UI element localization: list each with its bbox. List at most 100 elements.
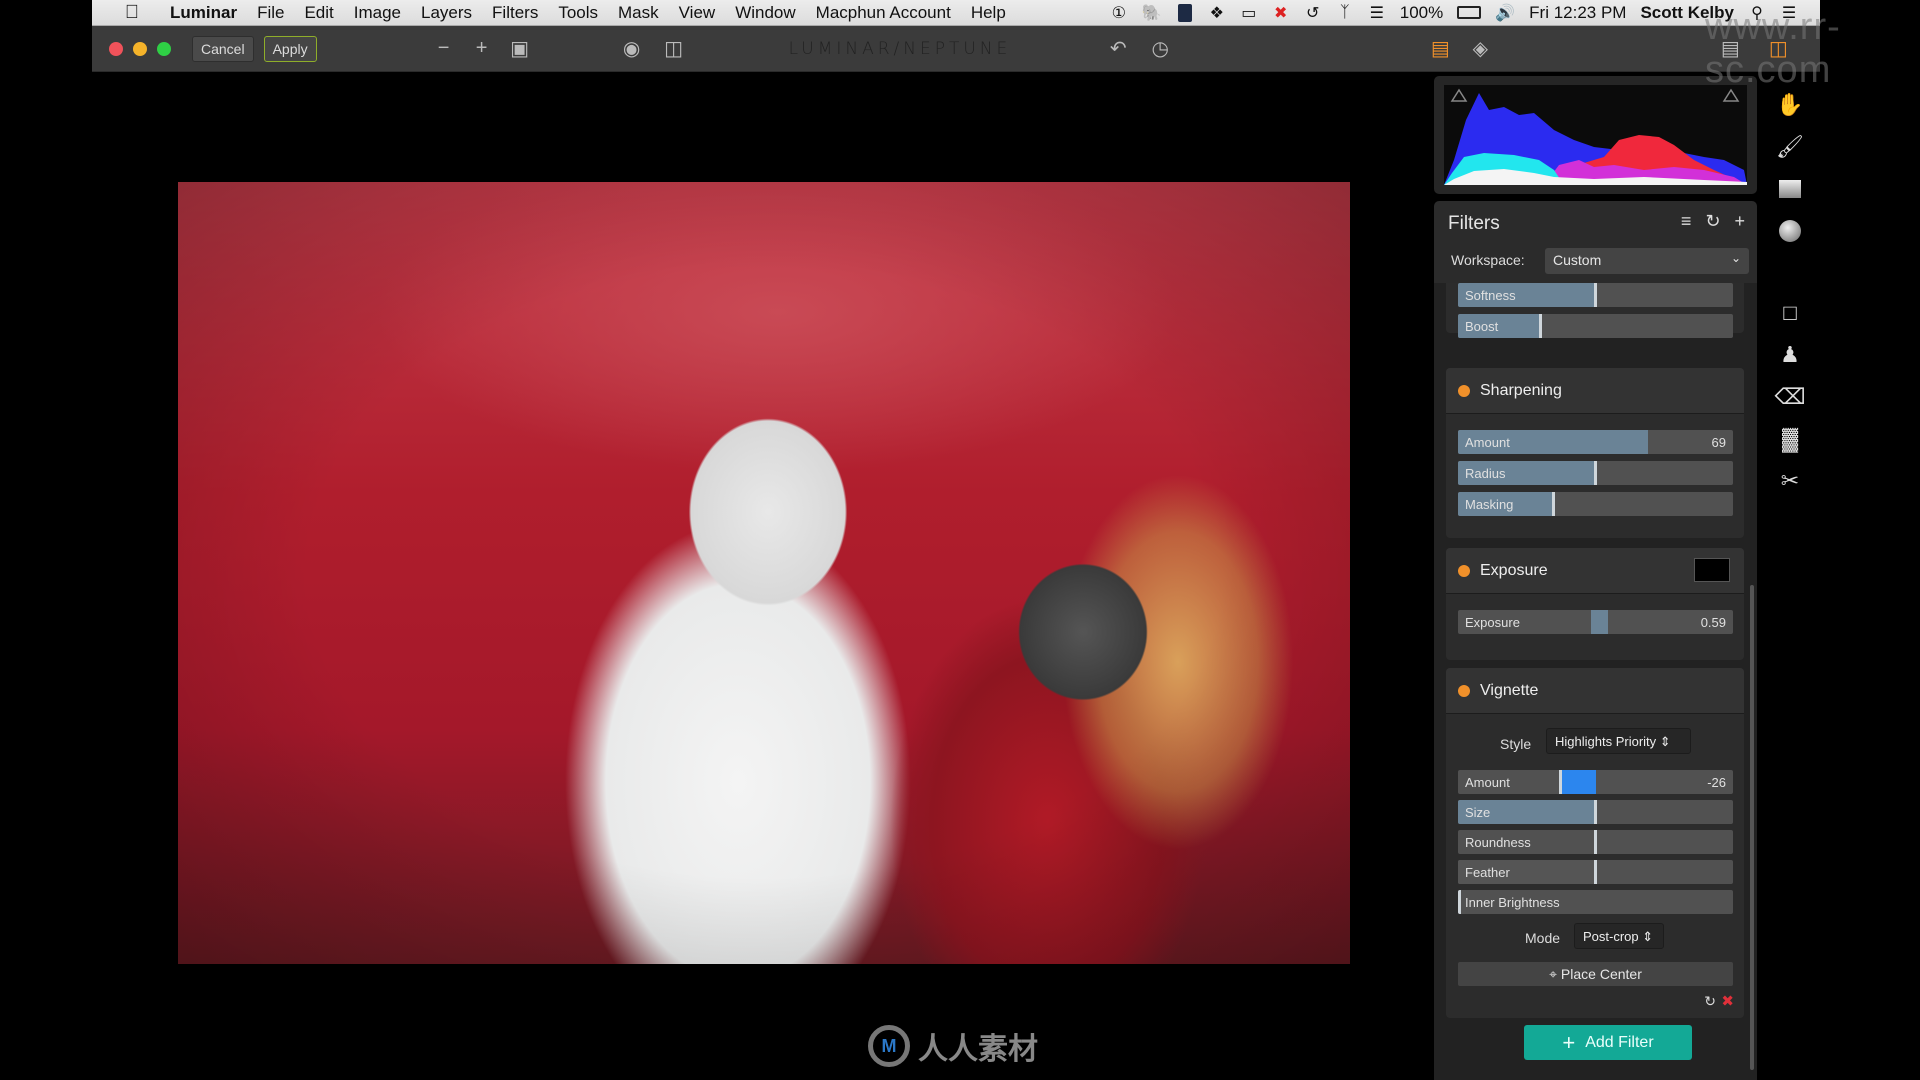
filter-enabled-dot[interactable] <box>1458 684 1470 697</box>
cancel-button[interactable]: Cancel <box>192 35 254 62</box>
add-filter-plus-icon[interactable]: + <box>1734 211 1745 232</box>
eraser-icon[interactable]: ⌫ <box>1770 376 1810 418</box>
radial-mask-icon[interactable] <box>1770 210 1810 252</box>
slider-handle[interactable] <box>1559 770 1562 794</box>
slider-handle[interactable] <box>1538 314 1542 338</box>
menu-image[interactable]: Image <box>344 3 411 23</box>
histogram-toggle-icon[interactable]: ▤ <box>1425 34 1455 64</box>
volume-icon[interactable]: 🔊 <box>1495 3 1515 23</box>
noise-pattern-icon[interactable]: ▓ <box>1770 418 1810 460</box>
zoom-in-icon[interactable]: + <box>467 34 497 64</box>
filter-card-partial: Softness Boost <box>1446 283 1744 338</box>
slider-handle[interactable] <box>1594 830 1597 854</box>
display-disabled-icon[interactable]: ✖ <box>1272 3 1290 23</box>
sharpening-header[interactable]: Sharpening <box>1446 368 1744 414</box>
filter-enabled-dot[interactable] <box>1458 384 1470 397</box>
slider-sharpening-radius[interactable]: Radius <box>1458 461 1733 485</box>
app-brand-title: LUMINAR/NEPTUNE <box>788 38 1012 59</box>
zoom-out-icon[interactable]: − <box>429 34 459 64</box>
watermark-logo: M 人人素材 <box>868 1024 1038 1068</box>
slider-handle[interactable] <box>1593 283 1597 307</box>
history-icon[interactable]: ◷ <box>1145 34 1175 64</box>
updown-icon: ⇕ <box>1659 734 1671 749</box>
apply-button[interactable]: Apply <box>263 35 317 62</box>
gradient-mask-icon[interactable] <box>1770 168 1810 210</box>
vignette-header[interactable]: Vignette <box>1446 668 1744 714</box>
style-select[interactable]: Highlights Priority ⇕ <box>1546 728 1691 754</box>
slider-vignette-size[interactable]: Size <box>1458 800 1733 824</box>
watermark-icon: M <box>868 1025 910 1067</box>
histogram-graph <box>1444 88 1747 185</box>
slider-exposure[interactable]: Exposure 0.59 <box>1458 610 1733 634</box>
reset-filters-icon[interactable]: ↻ <box>1705 211 1720 232</box>
menu-app-luminar[interactable]: Luminar <box>160 3 247 23</box>
place-center-button[interactable]: ⌖ Place Center <box>1458 962 1733 986</box>
menu-layers[interactable]: Layers <box>411 3 482 23</box>
layers-icon[interactable]: ◈ <box>1465 34 1495 64</box>
istat-icon[interactable] <box>1176 3 1194 23</box>
slider-vignette-feather[interactable]: Feather <box>1458 860 1733 884</box>
wifi-icon[interactable]: ☰ <box>1368 3 1386 23</box>
bluetooth-icon[interactable]: ᛉ <box>1336 3 1354 23</box>
menu-mask[interactable]: Mask <box>608 3 669 23</box>
menu-window[interactable]: Window <box>725 3 805 23</box>
time-machine-icon[interactable]: ↺ <box>1304 3 1322 23</box>
crop-transform-icon[interactable]: □ <box>1770 292 1810 334</box>
compare-split-icon[interactable]: ◫ <box>659 34 689 64</box>
1password-icon[interactable]: ① <box>1110 3 1128 23</box>
mode-select[interactable]: Post-crop ⇕ <box>1574 923 1664 949</box>
evernote-icon[interactable]: 🐘 <box>1142 3 1162 23</box>
scissors-icon[interactable]: ✂ <box>1770 460 1810 502</box>
add-filter-button[interactable]: + Add Filter <box>1524 1025 1692 1060</box>
preview-eye-icon[interactable]: ◉ <box>617 34 647 64</box>
menu-macphun-account[interactable]: Macphun Account <box>806 3 961 23</box>
apple-menu-icon[interactable]:  <box>114 2 150 24</box>
fit-to-screen-icon[interactable]: ▣ <box>505 34 535 64</box>
menu-tools[interactable]: Tools <box>548 3 608 23</box>
battery-icon[interactable] <box>1457 3 1482 23</box>
filters-scroll-area[interactable]: Softness Boost Sharpening Amount 69 Radi… <box>1434 283 1757 1080</box>
menu-filters[interactable]: Filters <box>482 3 548 23</box>
slider-sharpening-amount[interactable]: Amount 69 <box>1458 430 1733 454</box>
menu-view[interactable]: View <box>669 3 726 23</box>
mask-thumbnail[interactable] <box>1694 558 1730 582</box>
airplay-icon[interactable]: ▭ <box>1240 3 1258 23</box>
window-zoom-button[interactable] <box>157 41 171 56</box>
undo-icon[interactable]: ↶ <box>1103 34 1133 64</box>
menu-help[interactable]: Help <box>961 3 1016 23</box>
workspace-label: Workspace: <box>1451 252 1525 268</box>
watermark-url: www.rr-sc.com <box>1705 6 1841 91</box>
menu-file[interactable]: File <box>247 3 294 23</box>
slider-handle[interactable] <box>1458 890 1461 914</box>
amount-fill <box>1561 770 1596 794</box>
slider-softness[interactable]: Softness <box>1458 283 1733 307</box>
remove-filter-icon[interactable]: ✖ <box>1721 992 1734 1010</box>
filter-presets-icon[interactable]: ≡ <box>1681 211 1692 232</box>
slider-handle[interactable] <box>1593 461 1597 485</box>
slider-handle[interactable] <box>1552 492 1556 516</box>
filter-enabled-dot[interactable] <box>1458 564 1470 577</box>
slider-vignette-amount[interactable]: Amount -26 <box>1458 770 1733 794</box>
exposure-fill <box>1591 610 1608 634</box>
updown-icon: ⇕ <box>1642 929 1654 944</box>
menu-edit[interactable]: Edit <box>294 3 343 23</box>
clone-stamp-icon[interactable]: ♟ <box>1770 334 1810 376</box>
dropbox-icon[interactable]: ❖ <box>1208 3 1226 23</box>
slider-vignette-roundness[interactable]: Roundness <box>1458 830 1733 854</box>
workspace-value: Custom <box>1553 252 1602 268</box>
photo-canvas[interactable] <box>178 182 1350 964</box>
clock[interactable]: Fri 12:23 PM <box>1529 3 1626 23</box>
slider-vignette-inner-brightness[interactable]: Inner Brightness <box>1458 890 1733 914</box>
exposure-header[interactable]: Exposure <box>1446 548 1744 594</box>
shadow-clipping-icon[interactable] <box>1450 88 1468 102</box>
panel-scrollbar[interactable] <box>1750 585 1754 1070</box>
slider-handle[interactable] <box>1593 860 1597 884</box>
brush-tool-icon[interactable]: 🖌 <box>1770 126 1810 168</box>
window-close-button[interactable] <box>109 41 123 56</box>
slider-handle[interactable] <box>1593 800 1597 824</box>
workspace-select[interactable]: Custom ⌄ <box>1545 248 1749 274</box>
reset-filter-icon[interactable]: ↻ <box>1704 993 1716 1010</box>
window-minimize-button[interactable] <box>133 41 147 56</box>
slider-sharpening-masking[interactable]: Masking <box>1458 492 1733 516</box>
slider-boost[interactable]: Boost <box>1458 314 1733 338</box>
